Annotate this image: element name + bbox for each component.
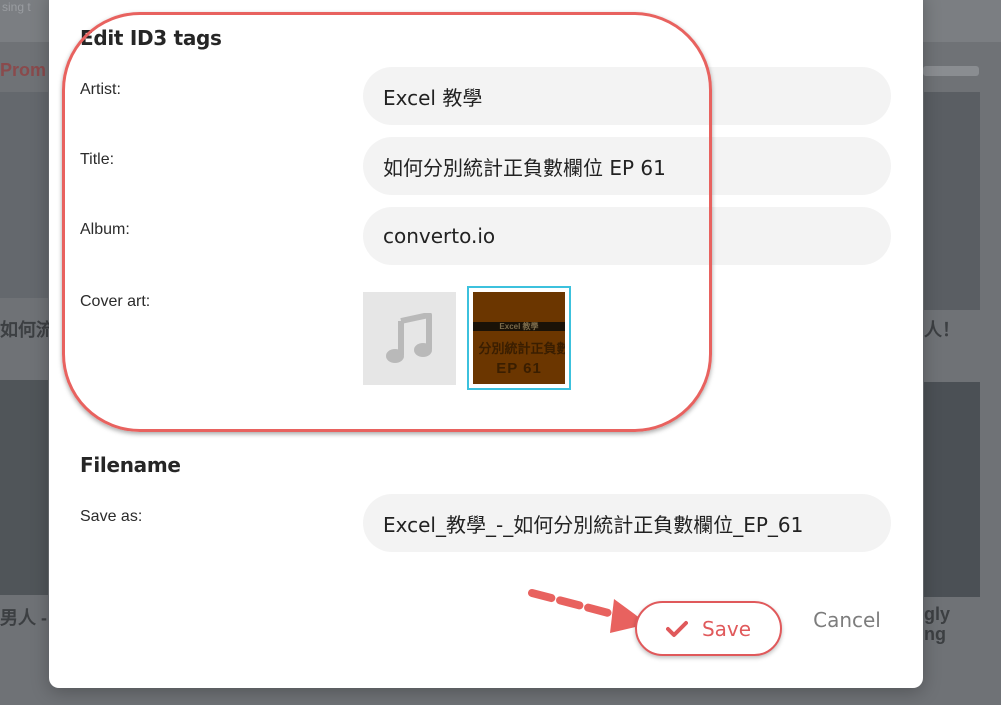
artist-input[interactable] <box>363 67 891 125</box>
save-as-label: Save as: <box>80 508 143 525</box>
background-thumbnail <box>0 92 48 298</box>
default-cover-option[interactable] <box>363 292 456 385</box>
save-button[interactable]: Save <box>635 601 782 656</box>
artist-label: Artist: <box>80 81 121 98</box>
album-label: Album: <box>80 221 130 238</box>
cover-image-episode: EP 61 <box>496 360 542 377</box>
save-button-label: Save <box>701 616 752 641</box>
title-input[interactable] <box>363 137 891 195</box>
background-caption: 人！ <box>924 320 960 340</box>
background-pill <box>923 66 979 76</box>
background-caption: gly ng <box>924 604 950 644</box>
background-caption-line: gly <box>924 604 951 624</box>
background-thumbnail <box>924 92 980 310</box>
cover-art-label: Cover art: <box>80 293 151 310</box>
cover-image-band: Excel 教學 <box>473 322 565 331</box>
selected-cover-image[interactable]: Excel 教學 分別統計正負數 EP 61 <box>467 286 571 390</box>
cover-image-artwork: Excel 教學 分別統計正負數 EP 61 <box>473 292 565 384</box>
background-topbar-text: sing t <box>2 0 31 14</box>
cancel-button[interactable]: Cancel <box>800 600 894 640</box>
edit-id3-dialog: Edit ID3 tags Artist: Title: Album: Cove… <box>49 0 923 688</box>
album-input[interactable] <box>363 207 891 265</box>
background-promo-text: Prom <box>0 60 47 80</box>
background-caption: 如何流 <box>0 320 54 340</box>
filename-section-title: Filename <box>80 453 181 477</box>
music-note-icon <box>385 312 432 363</box>
checkmark-icon <box>665 620 688 637</box>
title-label: Title: <box>80 151 115 168</box>
background-thumbnail <box>924 382 980 597</box>
save-as-input[interactable] <box>363 494 891 552</box>
background-caption-line: ng <box>924 624 946 644</box>
background-thumbnail <box>0 380 48 595</box>
cover-image-title: 分別統計正負數 <box>478 342 565 357</box>
background-caption: 男人 - <box>0 608 47 628</box>
id3-section-title: Edit ID3 tags <box>80 26 222 50</box>
